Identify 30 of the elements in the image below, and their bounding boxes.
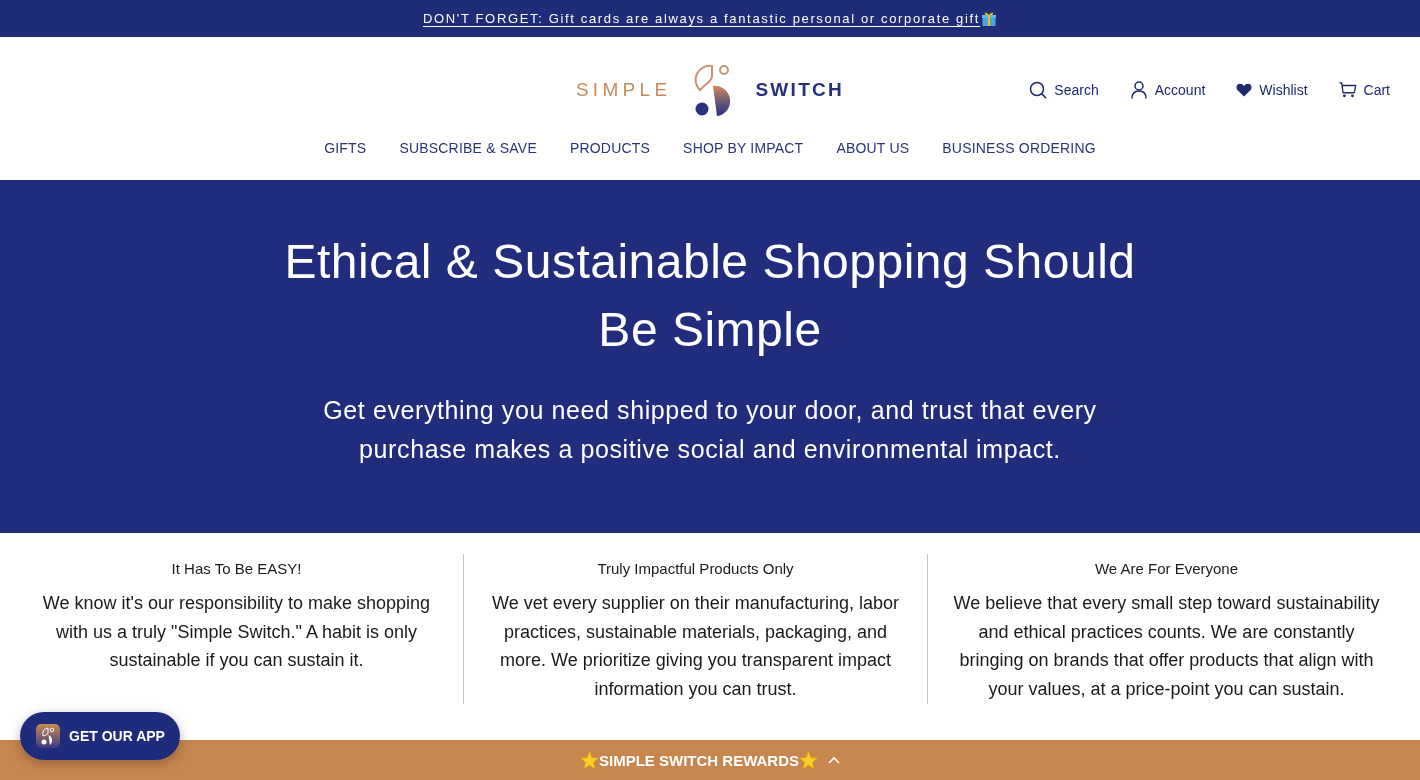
star-icon: [580, 750, 599, 770]
person-icon: [1129, 81, 1148, 99]
logo[interactable]: SIMPLE SWITCH: [575, 62, 845, 118]
feature-text: We believe that every small step toward sustainability and ethical practices counts. We are constantly bringing on brands that offer products that align with your values, at a price-point you can sustain.: [952, 592, 1381, 701]
hero-title: Ethical & Sustainable Shopping Should Be Simple: [283, 234, 1137, 358]
hero-subtitle: Get everything you need shipped to your door, and trust that every purchase makes a positive social and environmental impact.: [322, 395, 1098, 465]
star-icon: [799, 750, 818, 770]
feature-text: We vet every supplier on their manufacturing, labor practices, sustainable materials, packaging, and more. We prioritize giving you transparent impact information you can trust.: [491, 592, 900, 701]
feature-heading: It Has To Be EASY!: [170, 559, 303, 579]
nav-link[interactable]: SHOP BY IMPACT: [683, 140, 804, 157]
nav-link[interactable]: PRODUCTS: [569, 140, 651, 157]
search-icon: [1029, 81, 1048, 99]
cart-icon: [1338, 81, 1357, 99]
feature-text: We know it's our responsibility to make shopping with us a truly "Simple Switch." A habit is only sustainable if you can sustain it.: [41, 592, 432, 672]
app-logo-icon: [36, 724, 60, 748]
heart-icon: [1236, 83, 1253, 97]
announcement-link[interactable]: DON'T FORGET: Gift cards are always a fantastic personal or corporate gift: [422, 11, 981, 26]
header-link[interactable]: Cart: [1338, 81, 1390, 99]
chevron-up-icon: [828, 756, 840, 764]
get-app-button[interactable]: GET OUR APP: [20, 712, 180, 760]
feature-heading: Truly Impactful Products Only: [596, 559, 795, 579]
nav-link[interactable]: BUSINESS ORDERING: [942, 140, 1096, 157]
header-link[interactable]: Account: [1129, 81, 1206, 99]
gift-icon: [981, 10, 998, 27]
nav-link[interactable]: SUBSCRIBE & SAVE: [399, 140, 537, 157]
nav-link[interactable]: ABOUT US: [836, 140, 910, 157]
header-link[interactable]: Wishlist: [1236, 82, 1308, 98]
nav-link[interactable]: GIFTS: [324, 140, 367, 157]
feature-heading: We Are For Everyone: [1093, 559, 1240, 579]
header-link[interactable]: Search: [1029, 81, 1099, 99]
